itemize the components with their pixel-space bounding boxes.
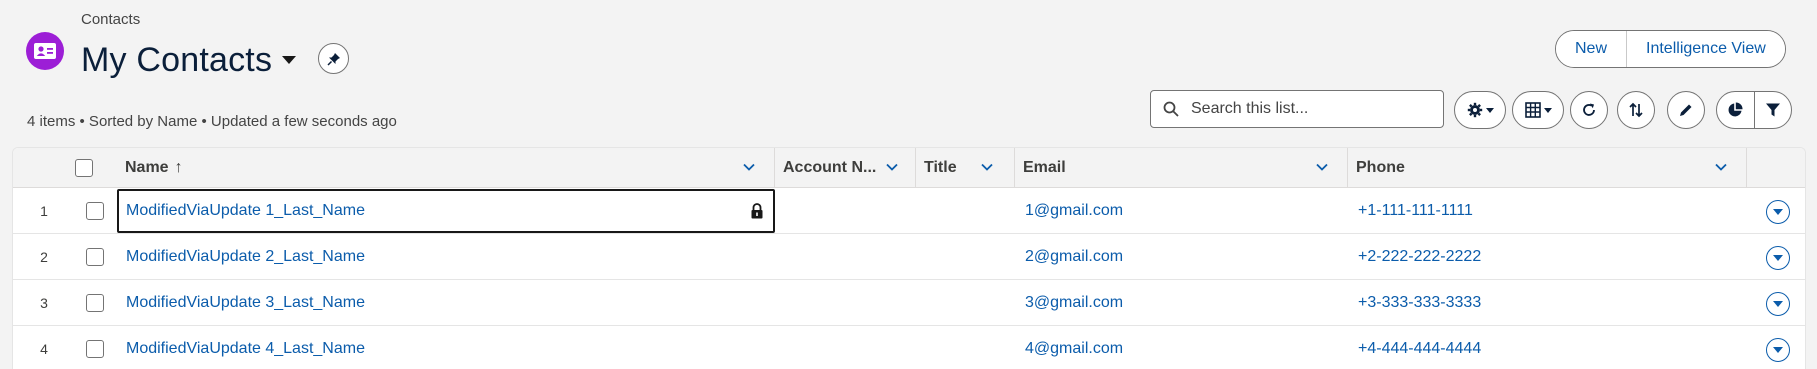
chevron-down-icon[interactable] [885, 160, 899, 174]
contact-name-link[interactable]: ModifiedViaUpdate 2_Last_Name [126, 234, 365, 280]
refresh-button[interactable] [1570, 91, 1608, 129]
row-number: 3 [40, 295, 48, 311]
table-header: Name ↑ Account N... Title Email Phone [13, 148, 1805, 188]
email-link[interactable]: 1@gmail.com [1025, 188, 1123, 234]
filters-button[interactable] [1753, 92, 1791, 128]
row-number: 1 [40, 203, 48, 219]
email-link[interactable]: 3@gmail.com [1025, 280, 1123, 326]
settings-gear-icon [1467, 102, 1482, 118]
chevron-down-icon[interactable] [980, 160, 994, 174]
edit-list-button[interactable] [1667, 91, 1705, 129]
filter-icon [1765, 103, 1780, 117]
phone-link[interactable]: +1-111-111-1111 [1358, 188, 1473, 234]
sort-button[interactable] [1617, 91, 1655, 129]
chevron-down-icon [1773, 255, 1783, 261]
list-view-header: Contacts My Contacts 4 items • Sorted by… [0, 0, 1817, 147]
column-header-phone[interactable]: Phone [1348, 148, 1747, 188]
phone-link[interactable]: +2-222-222-2222 [1358, 234, 1481, 280]
pin-icon [326, 52, 340, 66]
row-actions-header [1747, 148, 1805, 188]
chart-icon [1729, 102, 1743, 117]
row-number: 4 [40, 341, 48, 357]
lock-icon [751, 203, 763, 219]
search-box[interactable] [1150, 90, 1444, 128]
row-action-menu-button[interactable] [1766, 200, 1790, 224]
chevron-down-icon[interactable] [742, 160, 756, 174]
row-select-cell [86, 188, 104, 234]
list-status-text: 4 items • Sorted by Name • Updated a few… [27, 113, 397, 130]
contacts-table: Name ↑ Account N... Title Email Phone 1 … [12, 147, 1806, 369]
chevron-down-icon [1485, 107, 1494, 113]
column-header-account-name[interactable]: Account N... [775, 148, 916, 188]
chevron-down-icon [1543, 107, 1552, 113]
list-view-selector[interactable]: My Contacts [81, 38, 297, 82]
table-row: 2 ModifiedViaUpdate 2_Last_Name 2@gmail.… [13, 234, 1805, 280]
charts-button[interactable] [1717, 92, 1754, 128]
display-as-button[interactable] [1512, 91, 1564, 129]
row-checkbox[interactable] [86, 202, 104, 220]
edit-pencil-icon [1680, 104, 1692, 116]
chevron-down-icon[interactable] [1315, 160, 1329, 174]
page-title: My Contacts [81, 40, 273, 79]
email-link[interactable]: 2@gmail.com [1025, 234, 1123, 280]
contact-card-icon [26, 32, 64, 70]
contact-name-link[interactable]: ModifiedViaUpdate 3_Last_Name [126, 280, 365, 326]
search-input[interactable] [1191, 100, 1421, 118]
row-checkbox[interactable] [86, 248, 104, 266]
table-row: 3 ModifiedViaUpdate 3_Last_Name 3@gmail.… [13, 280, 1805, 326]
breadcrumb[interactable]: Contacts [81, 11, 140, 28]
pin-button[interactable] [318, 43, 349, 74]
row-select-cell [86, 280, 104, 326]
list-settings-button[interactable] [1454, 91, 1506, 129]
row-action-menu-button[interactable] [1766, 246, 1790, 270]
phone-link[interactable]: +3-333-333-3333 [1358, 280, 1481, 326]
contact-name-link[interactable]: ModifiedViaUpdate 1_Last_Name [126, 188, 365, 234]
chevron-down-icon [1773, 301, 1783, 307]
select-all-checkbox[interactable] [75, 159, 93, 177]
intelligence-view-button[interactable]: Intelligence View [1626, 31, 1785, 67]
select-all-cell [75, 148, 105, 188]
chevron-down-icon[interactable] [1714, 160, 1728, 174]
refresh-icon [1583, 103, 1595, 116]
search-icon [1163, 101, 1179, 117]
row-action-menu-button[interactable] [1766, 292, 1790, 316]
contact-name-link[interactable]: ModifiedViaUpdate 4_Last_Name [126, 326, 365, 369]
row-number: 2 [40, 249, 48, 265]
column-header-name[interactable]: Name ↑ [117, 148, 775, 188]
column-header-title[interactable]: Title [916, 148, 1015, 188]
chevron-down-icon [1773, 209, 1783, 215]
new-button[interactable]: New [1556, 31, 1627, 67]
row-checkbox[interactable] [86, 340, 104, 358]
sort-ascending-icon: ↑ [174, 159, 183, 176]
phone-link[interactable]: +4-444-444-4444 [1358, 326, 1481, 369]
chart-filter-group [1716, 91, 1792, 129]
column-header-email[interactable]: Email [1015, 148, 1348, 188]
table-row: 1 ModifiedViaUpdate 1_Last_Name 1@gmail.… [13, 188, 1805, 234]
row-select-cell [86, 326, 104, 369]
header-button-group: New Intelligence View [1555, 30, 1786, 68]
row-action-menu-button[interactable] [1766, 338, 1790, 362]
sort-icon [1629, 102, 1643, 118]
chevron-down-icon[interactable] [282, 56, 297, 64]
table-view-icon [1524, 102, 1541, 118]
row-checkbox[interactable] [86, 294, 104, 312]
email-link[interactable]: 4@gmail.com [1025, 326, 1123, 369]
chevron-down-icon [1773, 347, 1783, 353]
table-row: 4 ModifiedViaUpdate 4_Last_Name 4@gmail.… [13, 326, 1805, 369]
row-select-cell [86, 234, 104, 280]
